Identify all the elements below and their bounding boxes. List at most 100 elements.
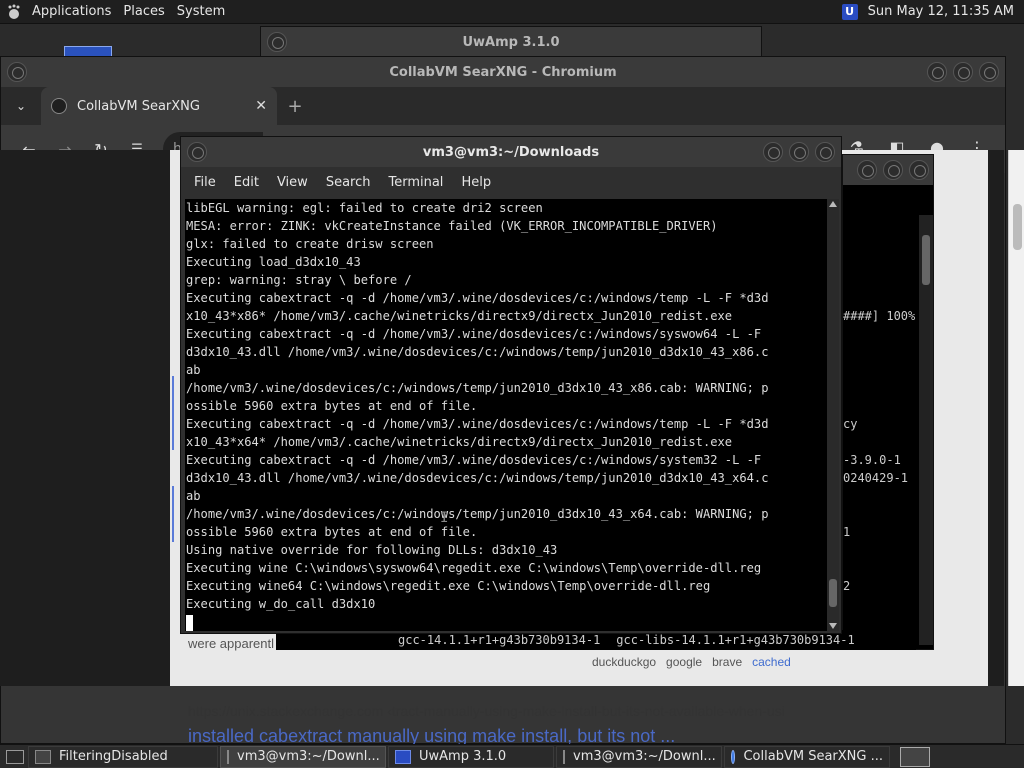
menu-view[interactable]: View (268, 175, 317, 190)
workspace-switcher[interactable] (900, 747, 930, 767)
page-scrollbar-thumb[interactable] (1013, 204, 1022, 250)
chromium-menu-icon[interactable] (7, 62, 27, 82)
menu-search[interactable]: Search (317, 175, 380, 190)
terminal-output[interactable]: libEGL warning: egl: failed to create dr… (185, 199, 827, 631)
background-terminal-scroll-thumb[interactable] (922, 235, 930, 285)
taskbar-item-label: FilteringDisabled (59, 749, 168, 764)
menu-system[interactable]: System (171, 0, 231, 24)
show-desktop-icon[interactable] (6, 749, 24, 764)
close-icon[interactable] (979, 62, 999, 82)
maximize-icon[interactable] (789, 142, 809, 162)
terminal-line: grep: warning: stray \ before / (186, 273, 412, 287)
terminal-scrollbar[interactable] (827, 199, 839, 631)
terminal-line: ab (186, 489, 201, 503)
terminal-line: d3dx10_43.dll /home/vm3/.wine/dosdevices… (186, 345, 769, 359)
terminal-fragment: -3.9.0-1 (843, 453, 901, 467)
menu-file[interactable]: File (185, 175, 225, 190)
terminal-window[interactable]: vm3@vm3:~/Downloads File Edit View Searc… (180, 136, 842, 634)
terminal-line: Executing cabextract -q -d /home/vm3/.wi… (186, 453, 762, 467)
page-scrollbar[interactable] (1008, 150, 1024, 686)
taskbar-item-label: vm3@vm3:~/Downl... (237, 749, 380, 764)
terminal-line: x10_43*x64* /home/vm3/.cache/winetricks/… (186, 435, 733, 449)
terminal-title: vm3@vm3:~/Downloads (422, 144, 600, 160)
terminal-line: Executing cabextract -q -d /home/vm3/.wi… (186, 291, 769, 305)
terminal-fragment: 0240429-1 (843, 471, 909, 485)
uwamp-title: UwAmp 3.1.0 (462, 34, 560, 50)
tab-close-icon[interactable]: ✕ (255, 98, 267, 114)
terminal-fragment: cy (843, 417, 858, 431)
taskbar-item-label: vm3@vm3:~/Downl... (573, 749, 716, 764)
engine-label: brave (712, 655, 743, 669)
top-panel: Applications Places System U Sun May 12,… (0, 0, 1024, 24)
uwamp-titlebar[interactable]: UwAmp 3.1.0 (261, 27, 761, 57)
terminal-fragment: 1 (843, 525, 851, 539)
terminal-line: x10_43*x86* /home/vm3/.cache/winetricks/… (186, 309, 733, 323)
maximize-icon[interactable] (883, 160, 903, 180)
close-icon[interactable] (815, 142, 835, 162)
tab-search-chevron-icon[interactable]: ⌄ (1, 99, 41, 113)
terminal-line: Executing wine C:\windows\syswow64\reged… (186, 561, 762, 575)
minimize-icon[interactable] (857, 160, 877, 180)
terminal-text: libEGL warning: egl: failed to create dr… (185, 199, 827, 631)
engine-label: duckduckgo (592, 655, 657, 669)
taskbar-item-label: CollabVM SearXNG ... (743, 749, 883, 764)
folder-icon (35, 749, 51, 764)
terminal-line: /home/vm3/.wine/dosdevices/c:/windows/te… (186, 507, 769, 521)
terminal-scroll-thumb[interactable] (829, 579, 837, 607)
gnome-foot-icon[interactable] (6, 4, 22, 20)
taskbar-item-uwamp[interactable]: UwAmp 3.1.0 (388, 745, 554, 768)
scroll-down-icon[interactable] (829, 623, 837, 629)
menu-applications[interactable]: Applications (26, 0, 117, 24)
terminal-cursor (186, 614, 193, 631)
terminal-menu-icon[interactable] (187, 142, 207, 162)
uwamp-tray-icon[interactable]: U (841, 3, 858, 20)
terminal-line: ossible 5960 extra bytes at end of file. (186, 525, 478, 539)
menu-terminal[interactable]: Terminal (379, 175, 452, 190)
taskbar-item-chromium[interactable]: CollabVM SearXNG ... (724, 745, 890, 768)
engine-label: google (666, 655, 703, 669)
minimize-icon[interactable] (927, 62, 947, 82)
background-terminal-scrollbar[interactable] (919, 215, 933, 645)
taskbar-item-filteringdisabled[interactable]: FilteringDisabled (28, 745, 218, 768)
chromium-title: CollabVM SearXNG - Chromium (389, 64, 617, 80)
taskbar-item-terminal[interactable]: vm3@vm3:~/Downl... (220, 745, 386, 768)
new-tab-plus-icon[interactable]: + (277, 96, 313, 117)
text-cursor-icon: I (440, 510, 449, 526)
taskbar-item-label: UwAmp 3.1.0 (419, 749, 507, 764)
terminal-line: ossible 5960 extra bytes at end of file. (186, 399, 478, 413)
terminal-prompt (186, 613, 827, 631)
terminal-line: Executing wine64 C:\windows\regedit.exe … (186, 579, 711, 593)
menu-edit[interactable]: Edit (225, 175, 268, 190)
terminal-line: MESA: error: ZINK: vkCreateInstance fail… (186, 219, 718, 233)
terminal-line: libEGL warning: egl: failed to create dr… (186, 201, 543, 215)
menu-help[interactable]: Help (452, 175, 500, 190)
uwamp-window[interactable]: UwAmp 3.1.0 (260, 26, 762, 58)
tab-collabvm-searxng[interactable]: CollabVM SearXNG ✕ (41, 87, 277, 125)
terminal-line: Executing load_d3dx10_43 (186, 255, 361, 269)
terminal-line: Using native override for following DLLs… (186, 543, 558, 557)
panel-clock[interactable]: Sun May 12, 11:35 AM (864, 4, 1024, 19)
uwamp-menu-icon[interactable] (267, 32, 287, 52)
terminal-icon (563, 749, 565, 764)
tab-strip: ⌄ CollabVM SearXNG ✕ + (1, 87, 1005, 125)
chromium-titlebar[interactable]: CollabVM SearXNG - Chromium (1, 57, 1005, 87)
background-terminal-window[interactable]: ####] 100% cy -3.9.0-1 0240429-1 1 2 (842, 154, 934, 650)
taskbar-item-terminal[interactable]: vm3@vm3:~/Downl... (556, 745, 722, 768)
package-name: gcc-14.1.1+r1+g43b730b9134-1 (398, 633, 601, 647)
terminal-line: Executing cabextract -q -d /home/vm3/.wi… (186, 417, 769, 431)
cached-link[interactable]: cached (752, 655, 791, 669)
minimize-icon[interactable] (763, 142, 783, 162)
terminal-menubar: File Edit View Search Terminal Help (181, 167, 841, 197)
close-icon[interactable] (909, 160, 929, 180)
menu-places[interactable]: Places (117, 0, 170, 24)
terminal-line: d3dx10_43.dll /home/vm3/.wine/dosdevices… (186, 471, 769, 485)
scroll-up-icon[interactable] (829, 201, 837, 207)
terminal-line: Executing cabextract -q -d /home/vm3/.wi… (186, 327, 762, 341)
result-engines: duckduckgo google brave cached (592, 655, 791, 669)
terminal-titlebar[interactable]: vm3@vm3:~/Downloads (181, 137, 841, 167)
result-url: https://unix.stackexchange.com ‹tract-ma… (188, 703, 785, 719)
bottom-panel: FilteringDisabled vm3@vm3:~/Downl... UwA… (0, 744, 1024, 768)
uwamp-icon (395, 749, 411, 764)
background-terminal-titlebar[interactable] (843, 155, 933, 185)
maximize-icon[interactable] (953, 62, 973, 82)
